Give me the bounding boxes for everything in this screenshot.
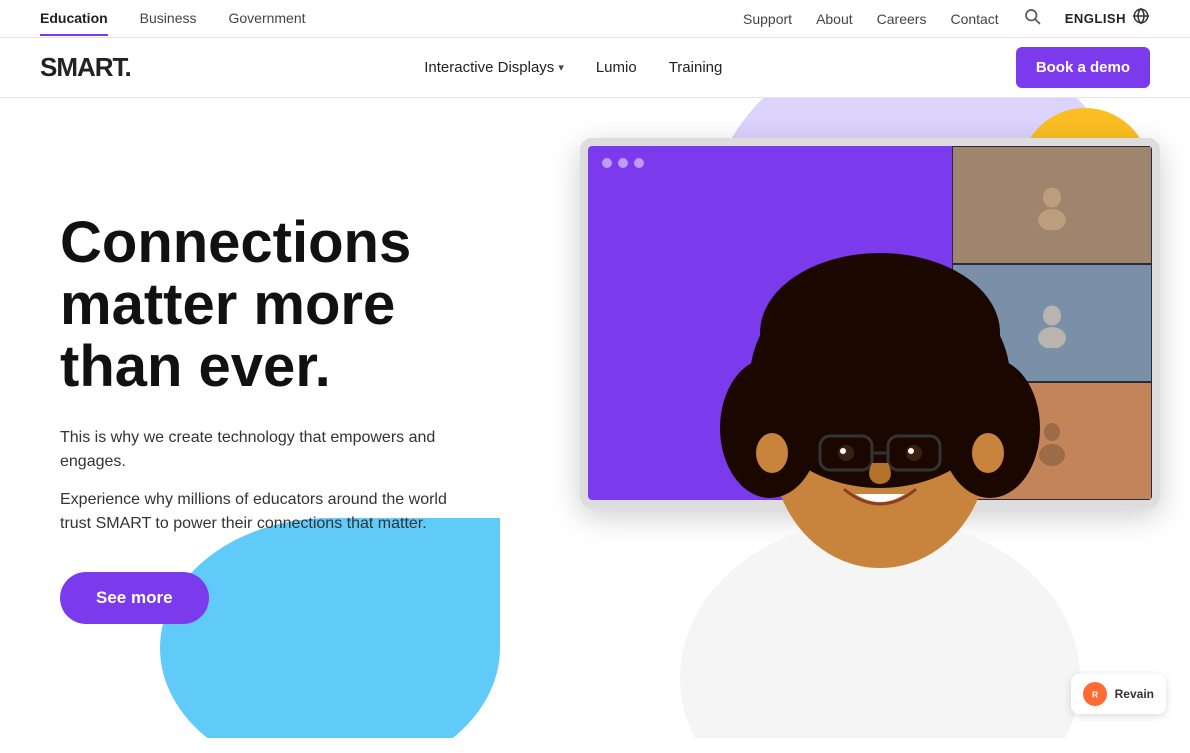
hero-section: Connections matter more than ever. This … — [0, 98, 1190, 738]
hero-person — [610, 158, 1150, 738]
nav-government[interactable]: Government — [228, 2, 305, 36]
top-bar: Education Business Government Support Ab… — [0, 0, 1190, 38]
search-icon[interactable] — [1023, 7, 1041, 30]
nav-interactive-displays[interactable]: Interactive Displays ▾ — [412, 51, 576, 84]
revain-logo: R — [1083, 682, 1107, 706]
training-label: Training — [669, 59, 723, 76]
book-demo-button[interactable]: Book a demo — [1016, 47, 1150, 88]
nav-support[interactable]: Support — [743, 11, 792, 27]
svg-text:R: R — [1092, 689, 1098, 699]
nav-careers[interactable]: Careers — [877, 11, 927, 27]
hero-subtitle-1: This is why we create technology that em… — [60, 426, 460, 474]
top-bar-right: Support About Careers Contact ENGLISH — [743, 7, 1150, 30]
hero-image-area — [510, 98, 1190, 738]
hero-subtitle-2: Experience why millions of educators aro… — [60, 488, 480, 536]
revain-label: Revain — [1115, 687, 1154, 701]
logo-text: SMART. — [40, 52, 131, 83]
main-nav: SMART. Interactive Displays ▾ Lumio Trai… — [0, 38, 1190, 98]
main-nav-links: Interactive Displays ▾ Lumio Training — [412, 51, 734, 84]
nav-business[interactable]: Business — [140, 2, 197, 36]
language-selector[interactable]: ENGLISH — [1065, 7, 1150, 30]
logo: SMART. — [40, 52, 131, 83]
lumio-label: Lumio — [596, 59, 637, 76]
nav-contact[interactable]: Contact — [950, 11, 998, 27]
see-more-button[interactable]: See more — [60, 572, 209, 624]
globe-icon — [1132, 7, 1150, 30]
top-bar-nav: Education Business Government — [40, 2, 306, 36]
nav-lumio[interactable]: Lumio — [584, 51, 649, 84]
nav-about[interactable]: About — [816, 11, 853, 27]
chevron-down-icon: ▾ — [558, 61, 564, 74]
hero-title: Connections matter more than ever. — [60, 212, 480, 398]
nav-right: Book a demo — [1016, 47, 1150, 88]
nav-education[interactable]: Education — [40, 2, 108, 36]
revain-badge: R Revain — [1071, 674, 1166, 714]
language-label: ENGLISH — [1065, 11, 1126, 26]
hero-content: Connections matter more than ever. This … — [0, 152, 480, 684]
nav-training[interactable]: Training — [657, 51, 735, 84]
interactive-displays-label: Interactive Displays — [424, 59, 554, 76]
